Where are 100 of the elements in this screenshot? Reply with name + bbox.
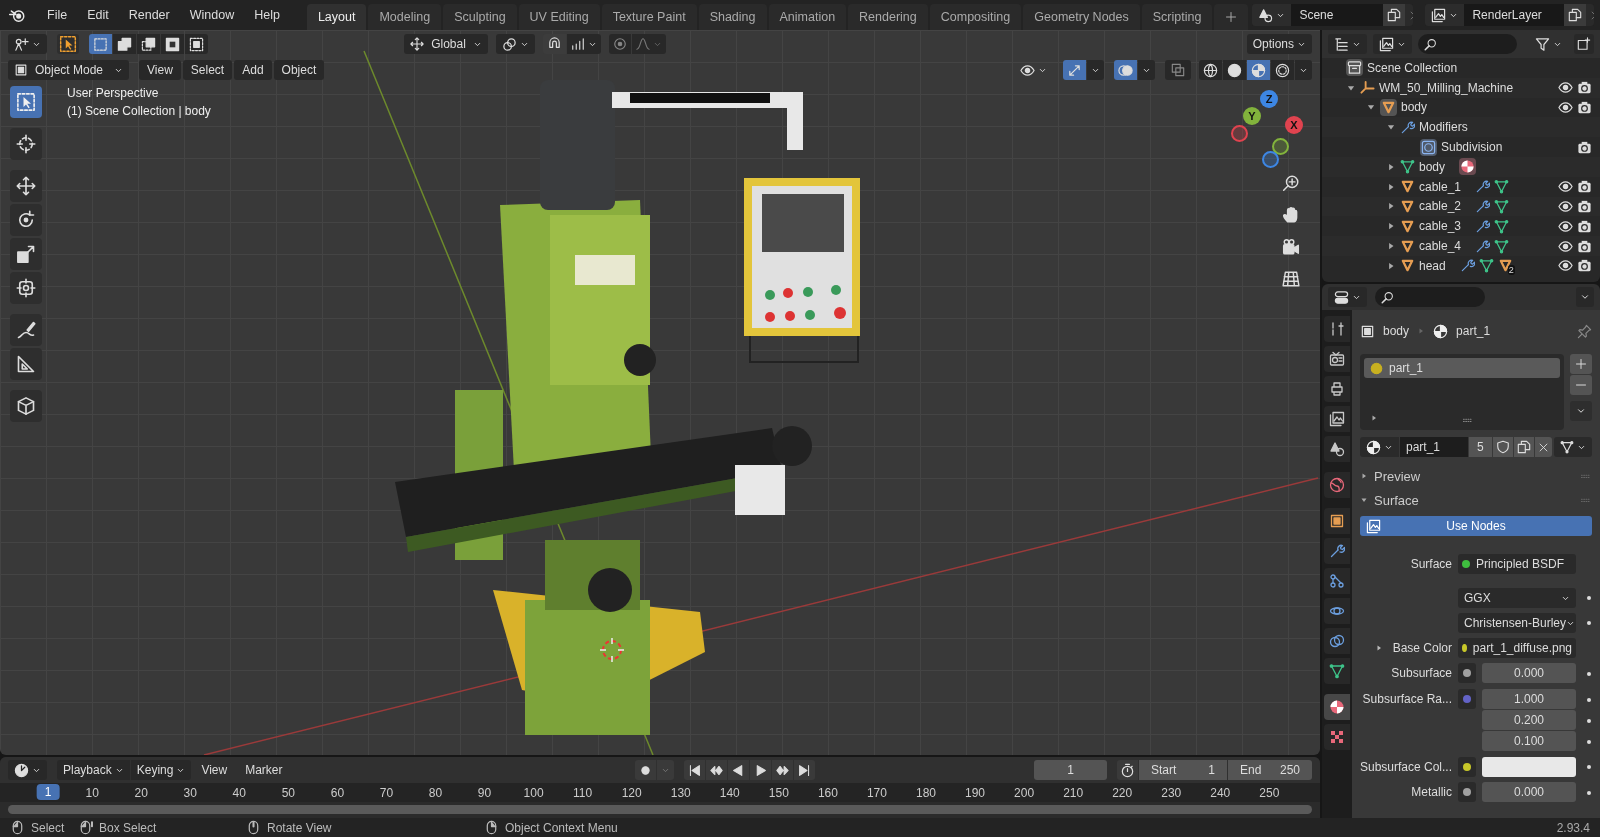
outliner-item[interactable]: cable_1	[1419, 179, 1462, 194]
frame-number: 170	[866, 786, 887, 800]
dropdown[interactable]: GGX	[1458, 588, 1576, 608]
frame-number: 90	[477, 786, 492, 800]
start-frame-field[interactable]: Start 1	[1139, 760, 1227, 780]
menu-label: Keying	[136, 763, 174, 777]
workspace-tab[interactable]: Texture Paint	[601, 4, 697, 30]
frame-number: 100	[523, 786, 544, 800]
linked-node-field[interactable]: Principled BSDF	[1458, 554, 1576, 574]
frame-number: 20	[134, 786, 148, 800]
outliner-item[interactable]: body	[1419, 159, 1446, 174]
frame-number: 40	[232, 786, 246, 800]
dropdown-label: Object Mode	[34, 63, 105, 77]
playhead[interactable]: 1	[36, 784, 60, 800]
frame-number: 240	[1210, 786, 1231, 800]
frame-number: 140	[719, 786, 740, 800]
gizmo-axis-ball[interactable]: X	[1285, 116, 1303, 134]
field-value: 1	[1208, 763, 1215, 777]
menu-item[interactable]: File	[38, 3, 77, 27]
hint-label: Rotate View	[267, 820, 332, 835]
workspace-tab[interactable]: Animation	[768, 4, 847, 30]
workspace-tab[interactable]: UV Editing	[518, 4, 600, 30]
outliner-item[interactable]: body	[1401, 100, 1428, 115]
outliner-item[interactable]: WM_50_Milling_Machine	[1379, 80, 1514, 95]
material-name-field[interactable]: part_1	[1400, 437, 1468, 457]
menu-item[interactable]: Object	[273, 60, 325, 80]
workspace-tab[interactable]: Layout	[306, 4, 367, 30]
linked-node-field[interactable]: part_1_diffuse.png	[1458, 638, 1576, 658]
frame-number: 70	[379, 786, 394, 800]
field-label: Metallic	[1411, 784, 1452, 801]
scene-selector[interactable]: Scene	[1252, 4, 1414, 26]
field-value: 250	[1279, 763, 1300, 777]
dropdown-label: GGX	[1464, 591, 1491, 605]
number-field[interactable]: 0.000	[1482, 782, 1576, 802]
outliner-item[interactable]: Modifiers	[1419, 120, 1468, 135]
transform-orientation-dropdown[interactable]: Global	[404, 34, 488, 54]
workspace-tab[interactable]: Sculpting	[443, 4, 517, 30]
frame-value: 1	[1067, 763, 1074, 777]
menu-item[interactable]: Help	[245, 3, 289, 27]
outliner-item[interactable]: Scene Collection	[1367, 60, 1458, 75]
options-dropdown[interactable]: Options	[1246, 34, 1312, 54]
frame-number: 110	[573, 786, 593, 800]
number-field[interactable]: 1.000	[1482, 689, 1576, 709]
end-frame-field[interactable]: End 250	[1228, 760, 1312, 780]
outliner-item[interactable]: Subdivision	[1441, 140, 1503, 155]
dropdown[interactable]: Christensen-Burley	[1458, 613, 1576, 633]
panel-header[interactable]: Preview	[1360, 464, 1592, 488]
frame-number: 150	[768, 786, 789, 800]
outliner-item[interactable]: cable_3	[1419, 219, 1462, 234]
material-slot[interactable]: part_1	[1364, 358, 1560, 378]
menu-item[interactable]: Render	[119, 3, 179, 27]
frame-number: 230	[1161, 786, 1182, 800]
view-layer-name-field[interactable]: RenderLayer	[1464, 4, 1565, 26]
frame-number: 180	[915, 786, 936, 800]
menu-dropdown[interactable]: Keying	[130, 760, 192, 780]
workspace-tab[interactable]: Geometry Nodes	[1023, 4, 1140, 30]
menu-item[interactable]: Select	[182, 60, 233, 80]
menu-item[interactable]: Add	[234, 60, 272, 80]
slot-label: part_1	[1389, 361, 1424, 375]
number-field[interactable]: 0.100	[1482, 731, 1576, 751]
panel-header[interactable]: Surface	[1360, 488, 1592, 512]
frame-number: 200	[1014, 786, 1035, 800]
scene-name-field[interactable]: Scene	[1291, 4, 1384, 26]
outliner-item[interactable]: head	[1419, 258, 1446, 273]
frame-number: 80	[428, 786, 443, 800]
workspace-tab[interactable]: Compositing	[929, 4, 1022, 30]
menu-item[interactable]: Window	[180, 3, 244, 27]
frame-number: 10	[85, 786, 99, 800]
gizmo-axis-ball[interactable]: Y	[1243, 107, 1261, 125]
menu-item[interactable]: View	[193, 760, 236, 780]
workspace-tab[interactable]: Rendering	[848, 4, 928, 30]
outliner-item[interactable]: cable_4	[1419, 239, 1462, 254]
view-layer-selector[interactable]: RenderLayer	[1425, 4, 1594, 26]
number-field[interactable]: 0.200	[1482, 710, 1576, 730]
active-object-label: (1) Scene Collection | body	[67, 103, 211, 120]
menu-item[interactable]: Edit	[78, 3, 118, 27]
menu-dropdown[interactable]: Playback	[57, 760, 130, 780]
field-label: Start	[1151, 763, 1177, 777]
workspace-tab[interactable]: Modeling	[368, 4, 442, 30]
outliner-item[interactable]: cable_2	[1419, 199, 1462, 214]
user-count-button[interactable]: 5	[1469, 437, 1492, 457]
current-frame-field[interactable]: 1	[1034, 760, 1107, 780]
workspace-tab[interactable]: Scripting	[1141, 4, 1213, 30]
workspace-tab[interactable]: Shading	[698, 4, 767, 30]
menu-item[interactable]: View	[139, 60, 181, 80]
material-slot-list[interactable]: part_1	[1360, 354, 1564, 430]
field-label: Subsurface	[1391, 665, 1452, 682]
field-label: Base Color	[1392, 640, 1452, 657]
number-field[interactable]: 0.000	[1482, 663, 1576, 683]
hint-label: Box Select	[99, 820, 157, 835]
frame-number: 50	[281, 786, 295, 800]
use-nodes-button[interactable]: Use Nodes	[1360, 516, 1592, 536]
dropdown-label: Global	[430, 37, 467, 51]
frame-number: 210	[1063, 786, 1084, 800]
menu-item[interactable]: Marker	[237, 760, 291, 780]
mode-dropdown[interactable]: Object Mode	[8, 60, 130, 80]
menu-label: Marker	[245, 763, 283, 777]
node-label: part_1_diffuse.png	[1472, 641, 1572, 655]
gizmo-axis-ball[interactable]: Z	[1260, 90, 1278, 108]
field-label: Subsurface Col...	[1359, 759, 1452, 776]
